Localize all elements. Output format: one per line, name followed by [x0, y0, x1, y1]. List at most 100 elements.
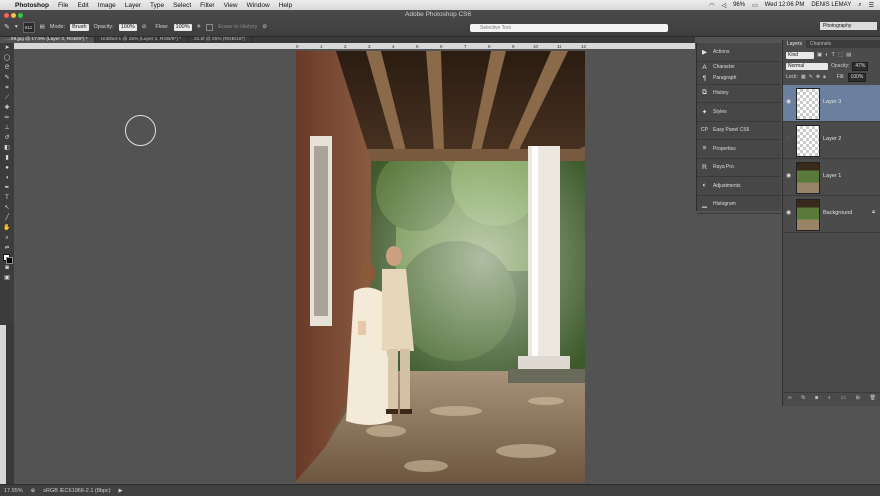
trash-icon[interactable]: 🗑︎ — [870, 395, 876, 401]
menu-image[interactable]: Image — [98, 2, 116, 9]
blur-tool-icon[interactable]: ● — [2, 164, 12, 173]
move-tool-icon[interactable]: ➤ — [2, 44, 12, 53]
zoom-level[interactable]: 17.95% — [4, 488, 23, 494]
swap-colors-icon[interactable]: ⇄ — [2, 244, 12, 253]
status-menu-arrow-icon[interactable]: ▶ — [119, 488, 123, 494]
menu-type[interactable]: Type — [150, 2, 164, 9]
opacity-input[interactable]: 100% — [118, 23, 137, 31]
layer-opacity-input[interactable]: 47% — [852, 61, 869, 71]
dock-item-styles[interactable]: ✦ Styles — [697, 103, 781, 122]
canvas-area[interactable] — [14, 49, 695, 484]
clock[interactable]: Wed 12:06 PM — [765, 2, 805, 8]
dodge-tool-icon[interactable]: ◖ — [2, 174, 12, 183]
lock-transparency-icon[interactable]: ▦ — [801, 74, 806, 80]
eraser-tool-icon[interactable]: ✎ — [4, 23, 10, 31]
dock-item-actions[interactable]: ▶ Actions — [697, 43, 781, 62]
pressure-size-icon[interactable]: ⊘ — [262, 24, 267, 30]
lock-all-icon[interactable]: 🔒︎ — [823, 74, 826, 80]
filter-smart-object-icon[interactable]: ▤ — [846, 52, 851, 58]
gradient-tool-icon[interactable]: ▮ — [2, 154, 12, 163]
layer-name[interactable]: Layer 3 — [823, 99, 841, 105]
tool-preset-chevron-icon[interactable]: ▾ — [15, 24, 18, 30]
layer-name[interactable]: Layer 2 — [823, 136, 841, 142]
zoom-tool-icon[interactable]: ⌕ — [2, 234, 12, 243]
blend-mode-select[interactable]: Normal — [786, 62, 828, 70]
notification-center-icon[interactable]: ☰ — [869, 2, 874, 9]
workspace-select[interactable]: Photography — [820, 22, 877, 30]
volume-icon[interactable]: ◁ — [721, 2, 726, 9]
menu-view[interactable]: View — [224, 2, 238, 9]
brush-size-picker[interactable]: 611 — [22, 21, 35, 33]
layer-filter-kind[interactable]: Kind — [786, 51, 814, 59]
tab-channels[interactable]: Channels — [806, 40, 835, 48]
user-name[interactable]: DENIS LEMAY — [811, 2, 851, 8]
battery-percent[interactable]: 96% — [733, 2, 745, 8]
tab-layers[interactable]: Layers — [783, 40, 807, 48]
layer-fill-input[interactable]: 100% — [847, 72, 867, 82]
airbrush-icon[interactable]: ✈ — [197, 24, 202, 30]
dock-item-easy-panel[interactable]: CP Easy Panel CS6 — [697, 122, 781, 140]
crop-tool-icon[interactable]: ⌗ — [2, 84, 12, 93]
brush-panel-icon[interactable]: ▤ — [40, 24, 45, 30]
eye-icon[interactable]: ◉ — [786, 209, 791, 216]
menu-window[interactable]: Window — [247, 2, 270, 9]
dock-item-character[interactable]: A Character — [697, 62, 781, 73]
lock-brush-icon[interactable]: ✎ — [809, 74, 813, 80]
menu-file[interactable]: File — [58, 2, 68, 9]
clone-stamp-tool-icon[interactable]: ⊥ — [2, 124, 12, 133]
menu-select[interactable]: Select — [173, 2, 191, 9]
dock-item-paragraph[interactable]: ¶ Paragraph — [697, 73, 781, 85]
erase-to-history-checkbox[interactable] — [206, 23, 214, 31]
screen-mode-icon[interactable]: ▣ — [2, 274, 12, 283]
eraser-tool-icon[interactable]: ◧ — [2, 144, 12, 153]
wifi-icon[interactable]: ◠ — [709, 2, 714, 9]
eyedropper-tool-icon[interactable]: ⟋ — [2, 94, 12, 103]
menu-photoshop[interactable]: Photoshop — [15, 2, 49, 9]
menu-help[interactable]: Help — [279, 2, 292, 9]
filter-type-icon[interactable]: T — [832, 52, 835, 58]
dock-item-history[interactable]: ⧉ History — [697, 85, 781, 103]
mode-select[interactable]: Brush — [70, 23, 89, 31]
document-photo[interactable] — [296, 51, 585, 483]
layer-row-layer-2[interactable]: ○ Layer 2 — [783, 122, 880, 159]
lock-move-icon[interactable]: ✥ — [816, 74, 820, 80]
tool-search-input[interactable]: Selective Tool — [470, 24, 668, 32]
shape-tool-icon[interactable]: ╱ — [2, 214, 12, 223]
quick-mask-icon[interactable]: ◙ — [2, 264, 12, 273]
pen-tool-icon[interactable]: ✒ — [2, 184, 12, 193]
flow-input[interactable]: 100% — [173, 23, 192, 31]
menu-layer[interactable]: Layer — [125, 2, 141, 9]
color-swatches[interactable] — [2, 254, 13, 264]
new-adjustment-icon[interactable]: ◐ — [828, 395, 831, 401]
spotlight-icon[interactable]: ⌕ — [858, 2, 861, 9]
menu-filter[interactable]: Filter — [200, 2, 214, 9]
lasso-tool-icon[interactable]: ᘓ — [2, 64, 12, 73]
dock-item-properties[interactable]: ≡ Properties — [697, 140, 781, 159]
filter-shape-icon[interactable]: ⬚ — [838, 52, 843, 58]
eye-icon[interactable]: ◉ — [786, 98, 791, 105]
add-mask-icon[interactable]: ◙ — [815, 395, 818, 401]
path-select-tool-icon[interactable]: ↖ — [2, 204, 12, 213]
zoom-window-button[interactable] — [18, 13, 23, 18]
dock-item-histogram[interactable]: ▁ Histogram — [697, 196, 781, 214]
quick-select-tool-icon[interactable]: ✎ — [2, 74, 12, 83]
layer-name[interactable]: Layer 1 — [823, 173, 841, 179]
layer-row-layer-1[interactable]: ◉ Layer 1 — [783, 159, 880, 196]
link-layers-icon[interactable]: ∞ — [788, 395, 792, 401]
layer-row-layer-3[interactable]: ◉ Layer 3 — [783, 85, 880, 122]
filter-adjustment-icon[interactable]: ◐ — [825, 52, 828, 58]
hand-tool-icon[interactable]: ✋ — [2, 224, 12, 233]
eye-icon[interactable]: ◉ — [786, 172, 791, 179]
layer-row-background[interactable]: ◉ Background 🔒︎ — [783, 196, 880, 233]
pressure-opacity-icon[interactable]: ⊘ — [142, 24, 147, 30]
marquee-tool-icon[interactable]: ◯ — [2, 54, 12, 63]
new-group-icon[interactable]: ▭ — [841, 395, 846, 401]
minimize-window-button[interactable] — [11, 13, 16, 18]
menu-edit[interactable]: Edit — [77, 2, 88, 9]
eye-hidden-icon[interactable]: ○ — [786, 135, 790, 141]
history-brush-tool-icon[interactable]: ↺ — [2, 134, 12, 143]
healing-brush-tool-icon[interactable]: ✚ — [2, 104, 12, 113]
filter-pixel-icon[interactable]: ▣ — [817, 52, 822, 58]
close-window-button[interactable] — [4, 13, 9, 18]
brush-tool-icon[interactable]: ✏ — [2, 114, 12, 123]
